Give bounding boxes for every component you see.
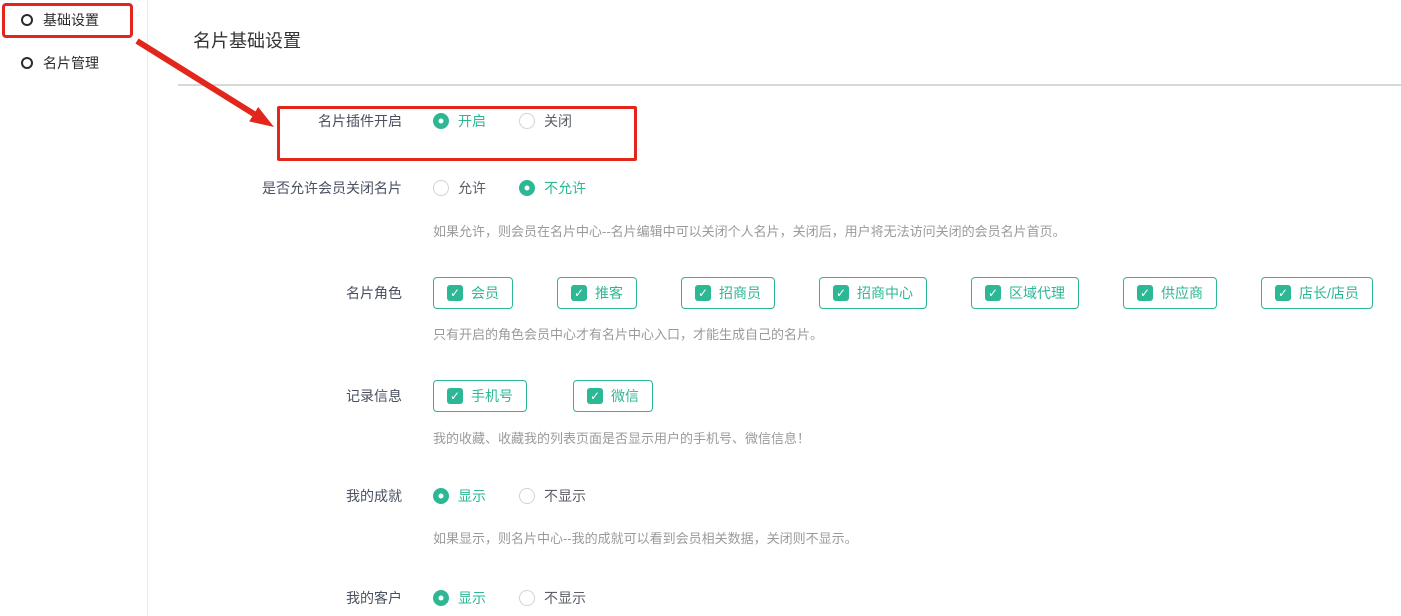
radio-selected-icon	[433, 113, 449, 129]
form-row-my-customers: 我的客户 显示 不显示	[178, 588, 619, 608]
page-title: 名片基础设置	[193, 27, 301, 53]
form-row-allow-close-card: 是否允许会员关闭名片 允许 不允许	[178, 178, 619, 198]
checkbox-wechat[interactable]: ✓ 微信	[573, 380, 653, 412]
field-help-text: 我的收藏、收藏我的列表页面是否显示用户的手机号、微信信息！	[433, 428, 810, 447]
form-row-plugin-enable: 名片插件开启 开启 关闭	[178, 111, 605, 131]
checkbox-checked-icon: ✓	[571, 285, 587, 301]
form-row-record-info: 记录信息 ✓ 手机号 ✓ 微信	[178, 380, 697, 412]
field-help-text: 如果允许，则会员在名片中心--名片编辑中可以关闭个人名片，关闭后，用户将无法访问…	[433, 221, 1066, 240]
sidebar-item-basic-settings[interactable]: 基础设置	[0, 5, 147, 35]
radio-label: 显示	[458, 486, 486, 506]
card-basic-settings-page: 基础设置 名片管理 名片基础设置 名片插件开启 开启 关闭 是否允许会员关	[0, 0, 1401, 616]
radio-selected-icon	[519, 180, 535, 196]
field-label: 我的成就	[178, 486, 402, 506]
radio-unselected-icon	[519, 113, 535, 129]
radio-label: 不允许	[544, 178, 586, 198]
radio-unselected-icon	[519, 488, 535, 504]
form-row-card-roles: 名片角色 ✓ 会员 ✓ 推客 ✓ 招商员 ✓ 招商中心 ✓ 区域代理	[178, 277, 1401, 309]
radio-label: 开启	[458, 111, 486, 131]
checkbox-label: 招商中心	[857, 283, 913, 303]
sidebar: 基础设置 名片管理	[0, 0, 148, 616]
radio-unselected-icon	[519, 590, 535, 606]
radio-group: 显示 不显示	[433, 588, 619, 608]
checkbox-phone[interactable]: ✓ 手机号	[433, 380, 527, 412]
checkbox-regional-agent[interactable]: ✓ 区域代理	[971, 277, 1079, 309]
field-label: 是否允许会员关闭名片	[178, 178, 402, 198]
checkbox-checked-icon: ✓	[695, 285, 711, 301]
form-row-my-achievements: 我的成就 显示 不显示	[178, 486, 619, 506]
checkbox-investment-center[interactable]: ✓ 招商中心	[819, 277, 927, 309]
radio-option-disallow[interactable]: 不允许	[519, 178, 586, 198]
checkbox-label: 区域代理	[1009, 283, 1065, 303]
checkbox-label: 会员	[471, 283, 499, 303]
checkbox-member[interactable]: ✓ 会员	[433, 277, 513, 309]
checkbox-checked-icon: ✓	[447, 285, 463, 301]
sidebar-item-label: 名片管理	[43, 53, 99, 73]
field-label: 名片角色	[178, 283, 402, 303]
checkbox-checked-icon: ✓	[447, 388, 463, 404]
radio-option-show[interactable]: 显示	[433, 588, 486, 608]
field-help-text: 如果显示，则名片中心--我的成就可以看到会员相关数据，关闭则不显示。	[433, 528, 858, 547]
sidebar-item-card-management[interactable]: 名片管理	[0, 48, 147, 78]
circle-icon	[21, 14, 33, 26]
checkbox-label: 微信	[611, 386, 639, 406]
checkbox-label: 供应商	[1161, 283, 1203, 303]
radio-group: 显示 不显示	[433, 486, 619, 506]
radio-option-allow[interactable]: 允许	[433, 178, 486, 198]
checkbox-label: 店长/店员	[1299, 283, 1359, 303]
radio-label: 允许	[458, 178, 486, 198]
field-label: 名片插件开启	[178, 111, 402, 131]
radio-group: 允许 不允许	[433, 178, 619, 198]
radio-option-hide[interactable]: 不显示	[519, 486, 586, 506]
checkbox-checked-icon: ✓	[587, 388, 603, 404]
radio-selected-icon	[433, 488, 449, 504]
sidebar-item-label: 基础设置	[43, 10, 99, 30]
checkbox-label: 推客	[595, 283, 623, 303]
radio-option-enable[interactable]: 开启	[433, 111, 486, 131]
checkbox-group: ✓ 会员 ✓ 推客 ✓ 招商员 ✓ 招商中心 ✓ 区域代理 ✓ 供应商	[433, 277, 1401, 309]
field-help-text: 只有开启的角色会员中心才有名片中心入口，才能生成自己的名片。	[433, 324, 823, 343]
radio-label: 显示	[458, 588, 486, 608]
checkbox-investment-agent[interactable]: ✓ 招商员	[681, 277, 775, 309]
title-divider	[178, 84, 1401, 86]
field-label: 记录信息	[178, 386, 402, 406]
checkbox-checked-icon: ✓	[833, 285, 849, 301]
checkbox-checked-icon: ✓	[985, 285, 1001, 301]
checkbox-checked-icon: ✓	[1275, 285, 1291, 301]
radio-unselected-icon	[433, 180, 449, 196]
radio-option-disable[interactable]: 关闭	[519, 111, 572, 131]
checkbox-promoter[interactable]: ✓ 推客	[557, 277, 637, 309]
radio-selected-icon	[433, 590, 449, 606]
circle-icon	[21, 57, 33, 69]
radio-option-show[interactable]: 显示	[433, 486, 486, 506]
checkbox-label: 招商员	[719, 283, 761, 303]
field-label: 我的客户	[178, 588, 402, 608]
radio-label: 关闭	[544, 111, 572, 131]
checkbox-label: 手机号	[471, 386, 513, 406]
checkbox-store-staff[interactable]: ✓ 店长/店员	[1261, 277, 1373, 309]
radio-label: 不显示	[544, 486, 586, 506]
checkbox-checked-icon: ✓	[1137, 285, 1153, 301]
checkbox-supplier[interactable]: ✓ 供应商	[1123, 277, 1217, 309]
radio-label: 不显示	[544, 588, 586, 608]
checkbox-group: ✓ 手机号 ✓ 微信	[433, 380, 697, 412]
radio-group: 开启 关闭	[433, 111, 605, 131]
radio-option-hide[interactable]: 不显示	[519, 588, 586, 608]
